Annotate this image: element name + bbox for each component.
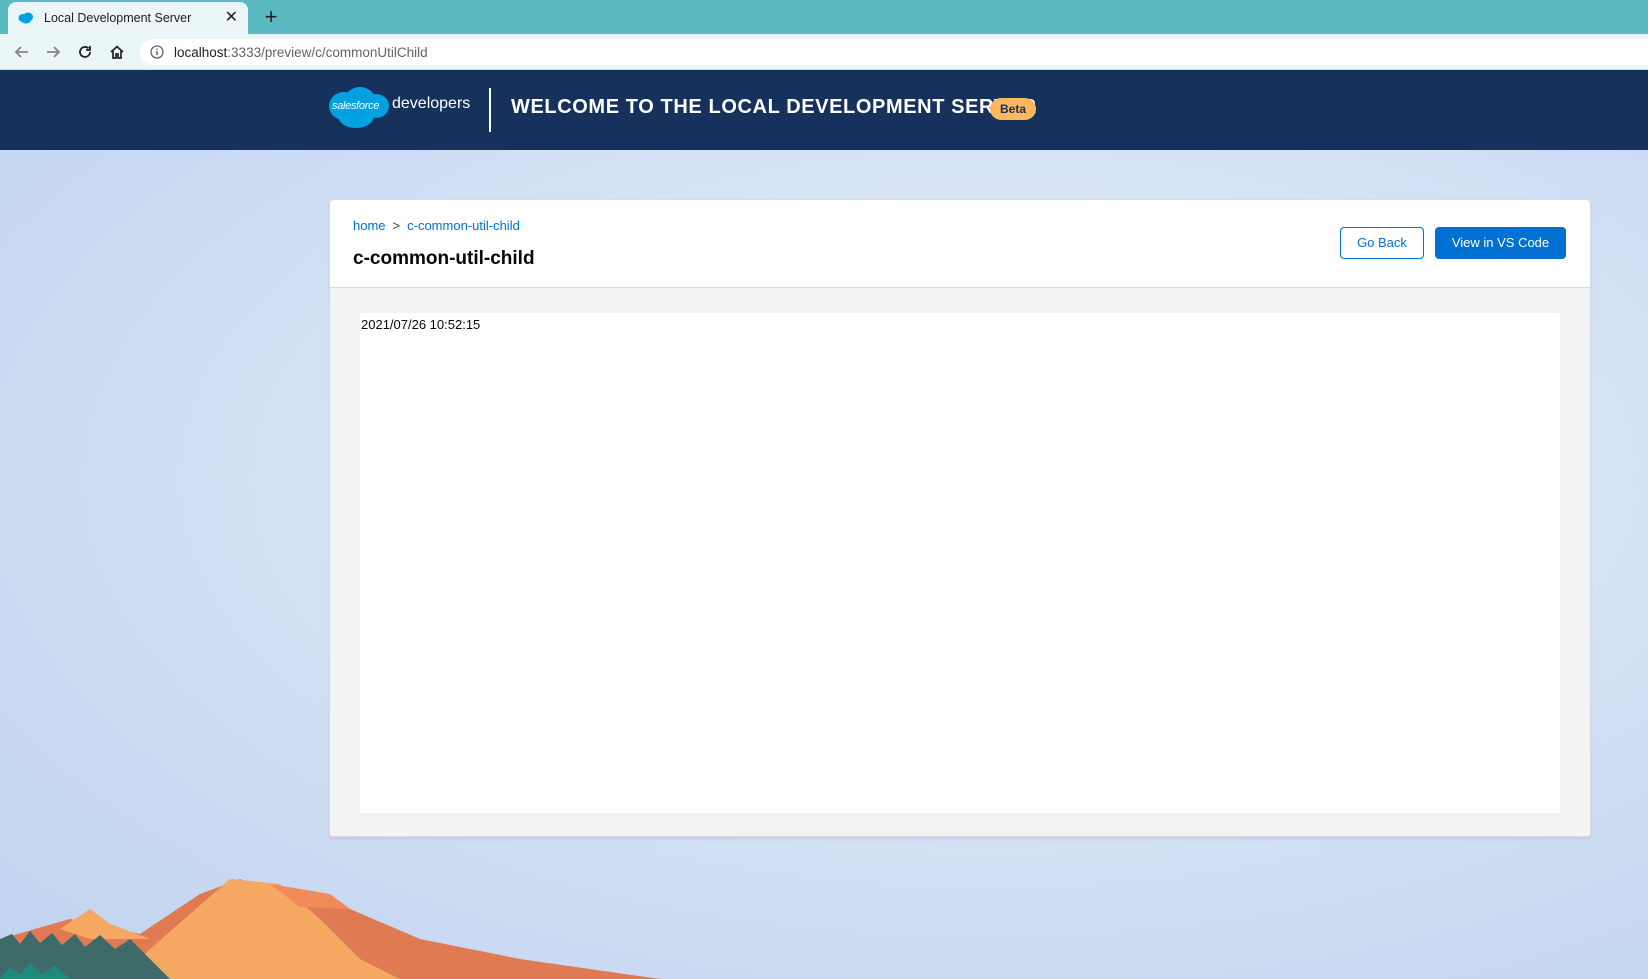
salesforce-developers-logo[interactable]: salesforce developers	[326, 84, 470, 130]
component-title: c-common-util-child	[353, 248, 535, 269]
browser-tab[interactable]: Local Development Server ✕	[8, 2, 248, 34]
header-divider	[489, 88, 491, 132]
page-title: WELCOME TO THE LOCAL DEVELOPMENT SERVER	[511, 96, 1037, 118]
breadcrumb-separator: >	[392, 218, 401, 233]
salesforce-cloud-icon	[18, 12, 34, 24]
card-header: home > c-common-util-child c-common-util-c…	[330, 200, 1590, 288]
arrow-left-icon[interactable]	[10, 40, 34, 64]
browser-tabbar: Local Development Server ✕ +	[0, 0, 1648, 34]
close-icon[interactable]: ✕	[225, 10, 238, 26]
component-preview: 2021/07/26 10:52:15	[360, 313, 1560, 813]
new-tab-button[interactable]: +	[258, 4, 284, 30]
beta-badge: Beta	[990, 98, 1037, 120]
component-card: home > c-common-util-child c-common-util-c…	[329, 199, 1591, 837]
address-host: localhost	[174, 44, 228, 60]
home-icon[interactable]	[105, 40, 129, 64]
tab-title: Local Development Server	[44, 11, 192, 25]
breadcrumb-current-link[interactable]: c-common-util-child	[407, 218, 520, 233]
view-in-vscode-button[interactable]: View in VS Code	[1435, 227, 1566, 259]
browser-toolbar: localhost:3333/preview/c/commonUtilChild	[0, 34, 1648, 70]
logo-cloud-text: salesforce	[332, 100, 380, 112]
address-path: :3333/preview/c/commonUtilChild	[227, 44, 428, 60]
mountain-illustration	[0, 879, 660, 979]
breadcrumb-home-link[interactable]: home	[353, 218, 386, 233]
address-bar[interactable]: localhost:3333/preview/c/commonUtilChild	[140, 39, 1648, 65]
logo-developers-text: developers	[392, 95, 471, 112]
page: salesforce developers WELCOME TO THE LOC…	[0, 70, 1648, 979]
preview-datetime-text: 2021/07/26 10:52:15	[361, 317, 481, 332]
arrow-right-icon[interactable]	[41, 40, 65, 64]
breadcrumb: home > c-common-util-child	[353, 218, 520, 233]
site-header: salesforce developers WELCOME TO THE LOC…	[0, 70, 1648, 150]
reload-icon[interactable]	[73, 40, 97, 64]
info-icon[interactable]	[150, 45, 164, 59]
salesforce-cloud-logo: salesforce	[326, 84, 390, 130]
go-back-button[interactable]: Go Back	[1340, 227, 1424, 259]
